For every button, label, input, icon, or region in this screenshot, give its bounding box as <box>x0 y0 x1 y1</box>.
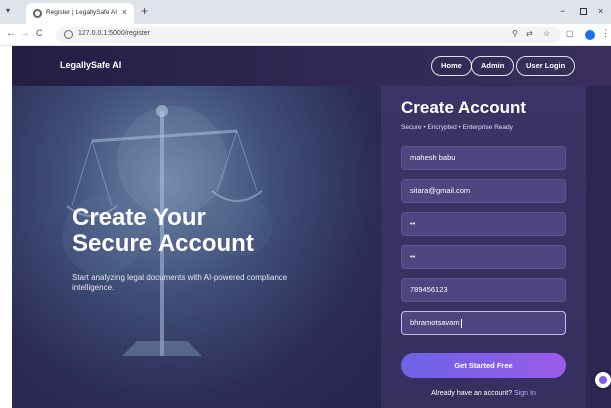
signin-row: Already have an account? Sign In <box>381 390 586 397</box>
kebab-menu-icon[interactable]: ⋮ <box>601 28 610 39</box>
forward-button[interactable]: → <box>20 28 30 39</box>
browser-tab-bar: ▾ Register | LegallySafe AI × + − × <box>0 0 611 24</box>
tab-close-icon[interactable]: × <box>122 7 127 17</box>
star-icon[interactable]: ☆ <box>543 29 550 38</box>
browser-toolbar: ← → C 127.0.0.1:5000/register ⚲ ⇄ ☆ ▢ ⋮ <box>0 24 611 46</box>
url-text[interactable]: 127.0.0.1:5000/register <box>78 30 150 37</box>
nav-admin[interactable]: Admin <box>471 56 515 76</box>
location-field-value: bhramotsavam <box>410 318 460 327</box>
hero-section: Create Your Secure Account Start analyzi… <box>12 86 382 408</box>
nav-home[interactable]: Home <box>431 56 472 76</box>
name-field[interactable]: mahesh babu <box>401 146 566 170</box>
email-field[interactable]: sitara@gmail.com <box>401 179 566 203</box>
close-window-button[interactable]: × <box>598 6 603 16</box>
back-button[interactable]: ← <box>6 28 16 39</box>
hero-title-line-1: Create Your <box>72 204 206 231</box>
hero-title: Create Your Secure Account <box>72 205 372 257</box>
maximize-button[interactable] <box>580 8 587 15</box>
site-header: LegallySafe AI Home Admin User Login <box>12 46 611 86</box>
password-field[interactable]: •• <box>401 212 566 236</box>
right-edge-background <box>586 86 611 408</box>
location-field[interactable]: bhramotsavam <box>401 311 566 335</box>
page: LegallySafe AI Home Admin User Login Cre… <box>12 46 611 408</box>
minimize-button[interactable]: − <box>560 6 565 16</box>
address-bar[interactable]: 127.0.0.1:5000/register ⚲ ⇄ ☆ <box>56 27 561 43</box>
browser-tab[interactable]: Register | LegallySafe AI × <box>26 3 134 24</box>
phone-field[interactable]: 789456123 <box>401 278 566 302</box>
reload-button[interactable]: C <box>36 28 43 38</box>
nav-user-login[interactable]: User Login <box>516 56 576 76</box>
hero-title-line-2: Secure Account <box>72 230 254 257</box>
zoom-icon[interactable]: ⚲ <box>512 29 518 38</box>
form-subtitle: Secure • Encrypted • Enterprise Ready <box>401 124 513 131</box>
signin-prompt: Already have an account? <box>431 390 513 397</box>
text-caret <box>460 318 462 328</box>
globe-icon <box>33 9 42 18</box>
tab-search-chevron-icon[interactable]: ▾ <box>6 6 10 15</box>
tab-title: Register | LegallySafe AI <box>46 9 118 16</box>
profile-icon[interactable] <box>585 30 595 40</box>
hero-subtitle: Start analyzing legal documents with AI-… <box>72 273 288 292</box>
translate-icon[interactable]: ⇄ <box>526 29 533 38</box>
extensions-icon[interactable]: ▢ <box>566 29 574 38</box>
chat-assistant-icon[interactable] <box>595 372 611 388</box>
info-icon[interactable] <box>64 30 73 39</box>
confirm-password-field[interactable]: •• <box>401 245 566 269</box>
form-title: Create Account <box>401 98 527 117</box>
brand-logo[interactable]: LegallySafe AI <box>60 60 121 70</box>
get-started-button[interactable]: Get Started Free <box>401 353 566 378</box>
signin-link[interactable]: Sign In <box>514 390 536 397</box>
registration-form: Create Account Secure • Encrypted • Ente… <box>381 86 586 408</box>
new-tab-button[interactable]: + <box>141 4 148 18</box>
